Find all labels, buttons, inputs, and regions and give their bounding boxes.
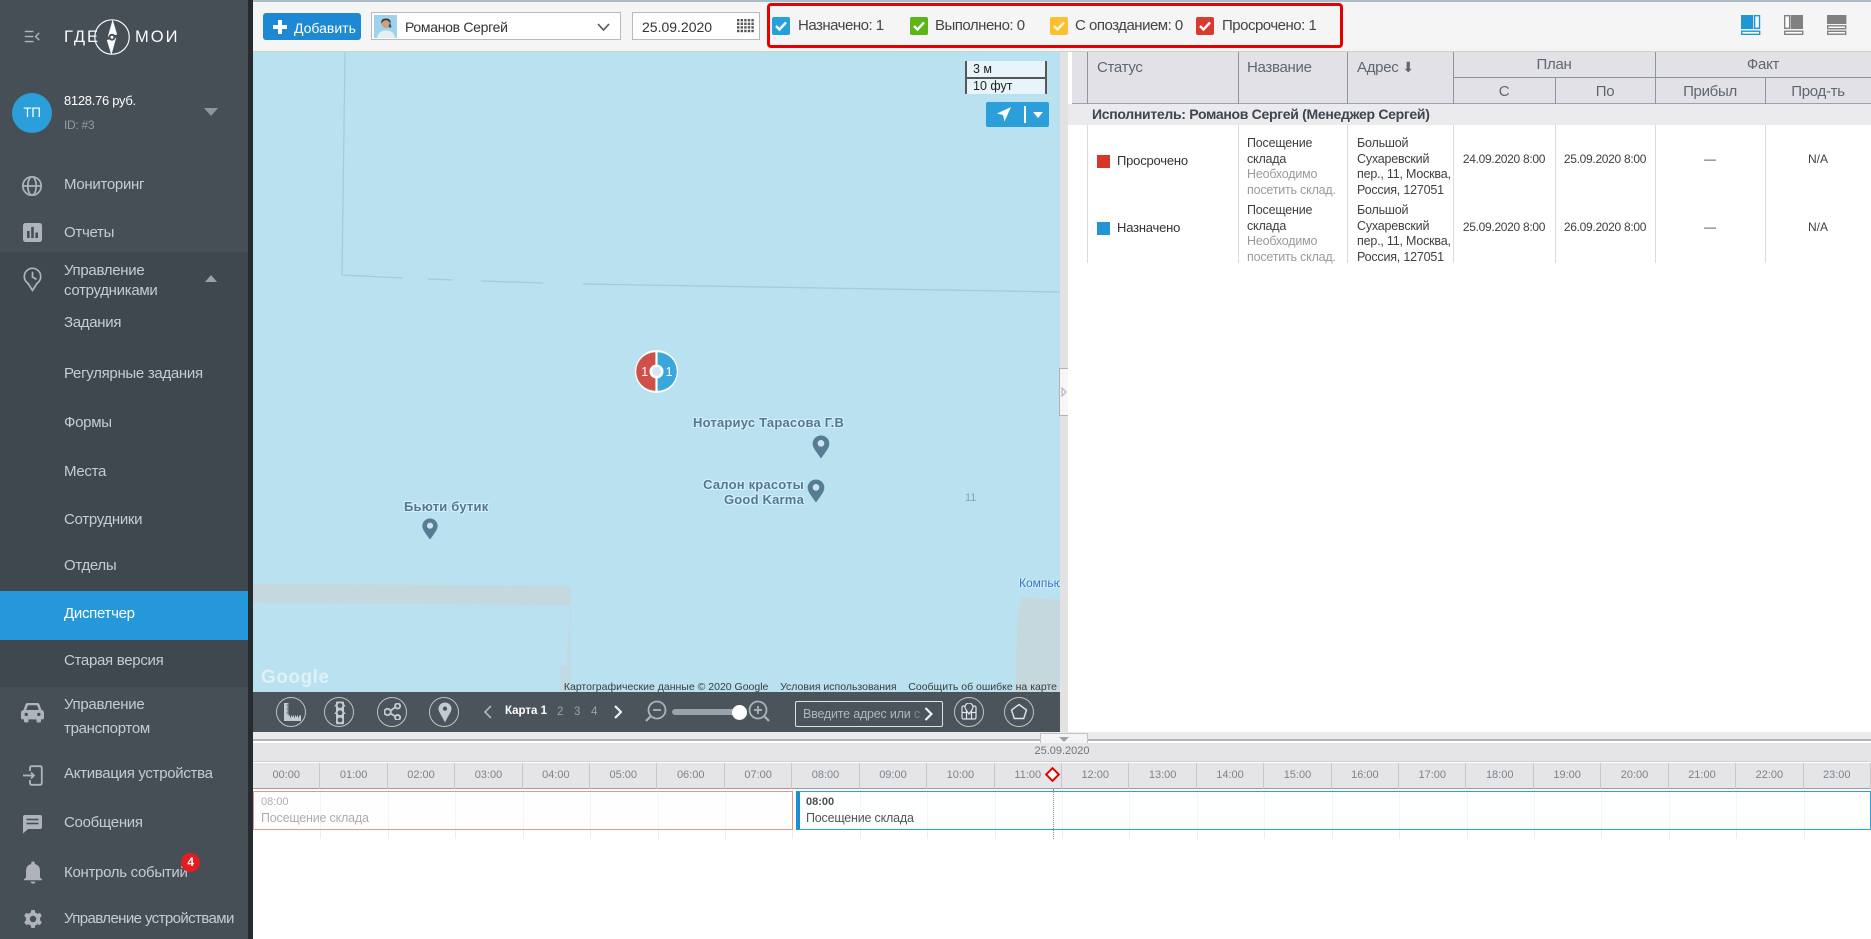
svg-text:1: 1 bbox=[666, 365, 673, 379]
svg-text:1: 1 bbox=[641, 365, 648, 379]
